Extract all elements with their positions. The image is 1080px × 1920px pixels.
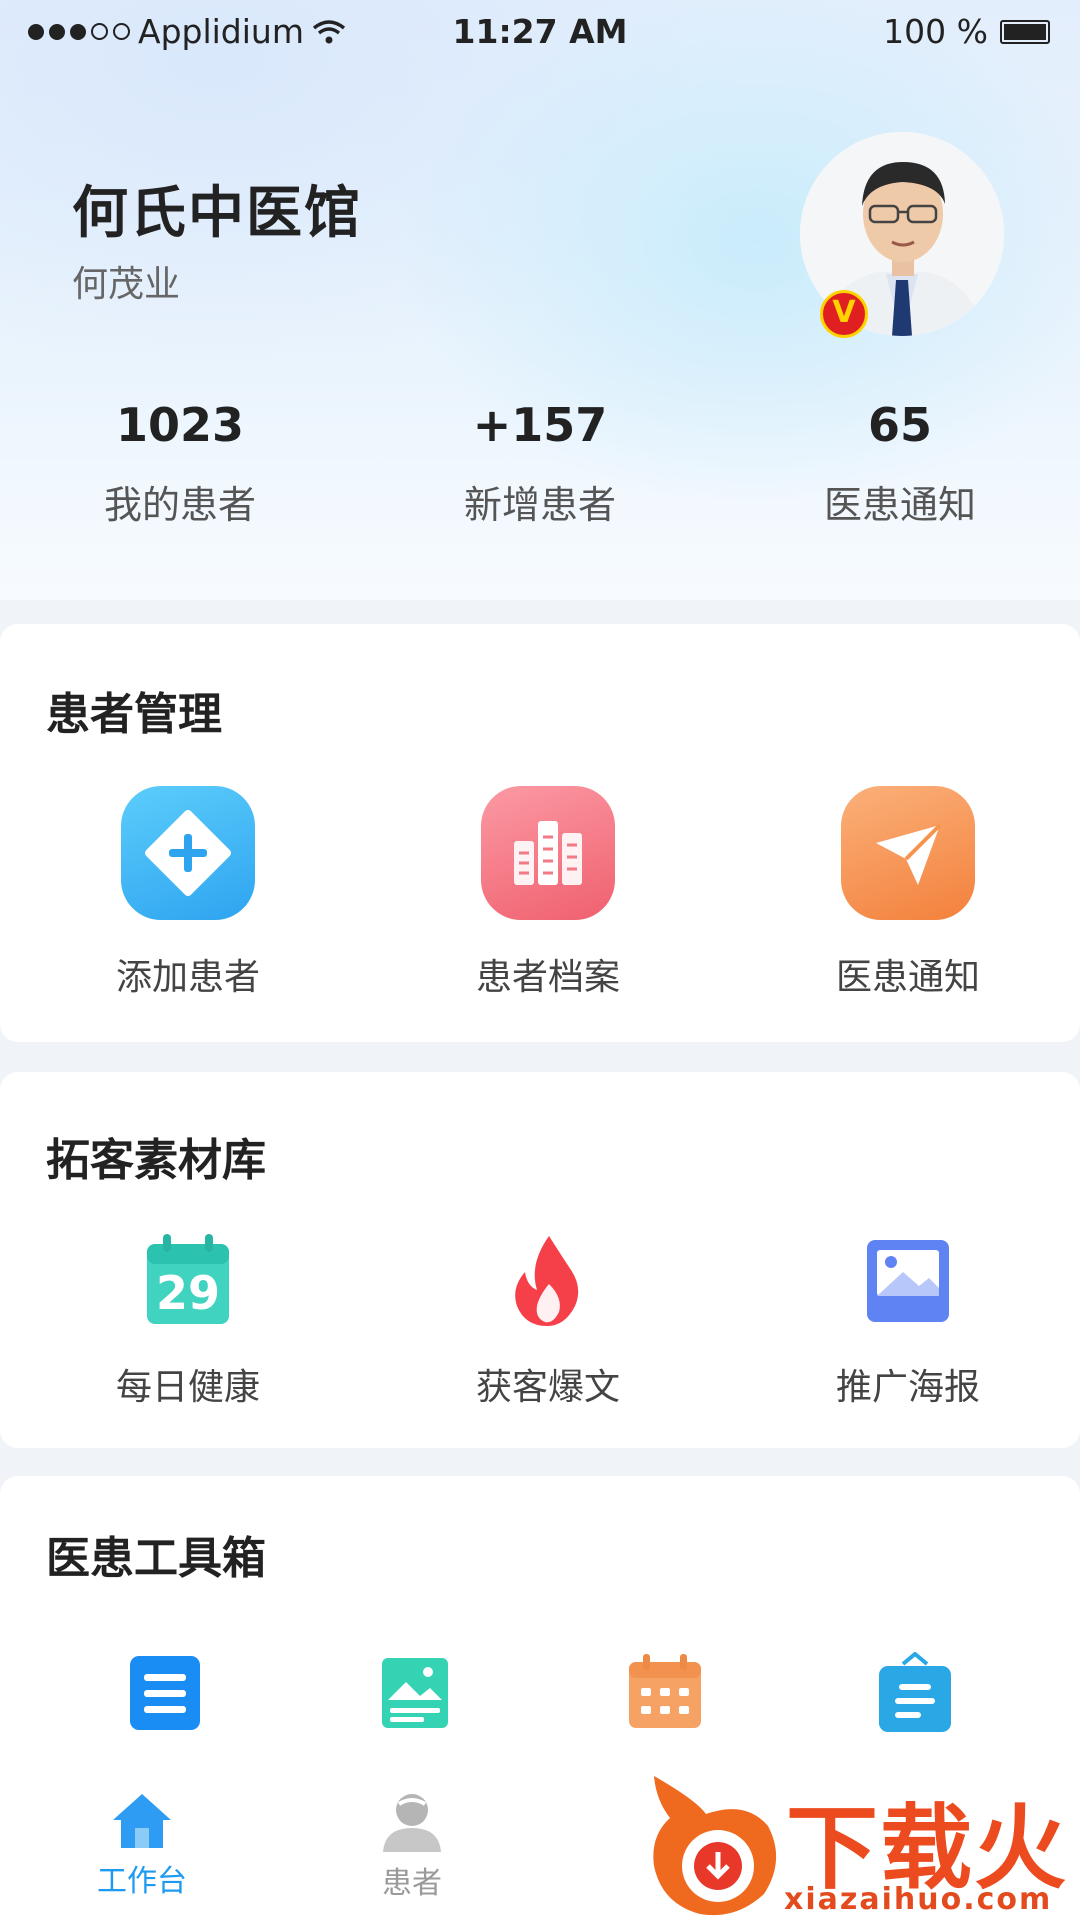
stat-value: 65 xyxy=(867,398,932,452)
flame-icon xyxy=(515,1236,579,1326)
watermark-url: xiazaihuo.com xyxy=(784,1882,1053,1917)
battery-percent: 100 % xyxy=(883,12,988,51)
viral-articles-button[interactable]: 获客爆文 xyxy=(368,1232,728,1410)
tab-label: 患者 xyxy=(382,1866,442,1901)
promo-poster-button[interactable]: 推广海报 xyxy=(728,1232,1080,1410)
toolbox-card: 医患工具箱 xyxy=(0,1476,1080,1806)
patient-records-button[interactable]: 患者档案 xyxy=(368,786,728,1000)
patient-records-icon xyxy=(481,786,615,920)
toolbox-item-1[interactable] xyxy=(40,1652,290,1736)
profile-header: Applidium 11:27 AM 100 % 何氏中医馆 何茂业 V 102… xyxy=(0,0,1080,600)
tab-label: 工作台 xyxy=(97,1864,187,1899)
patient-icon xyxy=(383,1794,441,1852)
calendar-day: 29 xyxy=(155,1266,220,1320)
tab-workbench[interactable]: 工作台 xyxy=(52,1790,232,1900)
toolbox-item-4[interactable] xyxy=(790,1652,1040,1736)
calendar-grid-icon xyxy=(629,1654,701,1728)
toolbox-item-3[interactable] xyxy=(540,1652,790,1736)
item-label: 推广海报 xyxy=(835,1367,980,1408)
item-label: 每日健康 xyxy=(115,1367,260,1408)
doctor-name: 何茂业 xyxy=(72,264,181,305)
tab-patients[interactable]: 患者 xyxy=(322,1790,502,1902)
flame-logo-icon xyxy=(653,1776,777,1916)
item-label: 获客爆文 xyxy=(475,1367,620,1408)
stat-label: 我的患者 xyxy=(103,483,256,527)
section-title: 拓客素材库 xyxy=(46,1135,266,1186)
stat-value: 1023 xyxy=(115,398,245,452)
stat-value: +157 xyxy=(472,398,608,452)
send-notice-icon xyxy=(841,786,975,920)
watermark-logo: 下载火 xiazaihuo.com xyxy=(636,1770,1080,1920)
section-title: 医患工具箱 xyxy=(46,1533,266,1584)
stat-label: 新增患者 xyxy=(463,483,616,527)
item-label: 添加患者 xyxy=(115,957,260,998)
toolbox-item-2[interactable] xyxy=(290,1652,540,1736)
poster-image-icon xyxy=(867,1240,949,1322)
item-label: 医患通知 xyxy=(835,957,980,998)
clinic-name: 何氏中医馆 xyxy=(72,181,362,246)
patient-management-card: 患者管理 添加患者 患者档案 医患通知 xyxy=(0,624,1080,1042)
clipboard-icon xyxy=(879,1652,951,1732)
add-patient-icon xyxy=(121,786,255,920)
calendar-29-icon: 29 xyxy=(143,1232,233,1328)
material-library-card: 拓客素材库 29 每日健康 获客爆文 推广海报 xyxy=(0,1072,1080,1448)
section-title: 患者管理 xyxy=(46,689,222,740)
stat-label: 医患通知 xyxy=(823,483,976,527)
home-icon xyxy=(113,1794,171,1848)
daily-health-button[interactable]: 29 每日健康 xyxy=(8,1232,368,1410)
stat-notifications[interactable]: 65 医患通知 xyxy=(720,398,1080,529)
verified-badge: V xyxy=(820,290,868,338)
send-notice-button[interactable]: 医患通知 xyxy=(728,786,1080,1000)
status-bar: Applidium 11:27 AM 100 % xyxy=(0,0,1080,66)
stat-new-patients[interactable]: +157 新增患者 xyxy=(360,398,720,529)
add-patient-button[interactable]: 添加患者 xyxy=(8,786,368,1000)
stats-row: 1023 我的患者 +157 新增患者 65 医患通知 xyxy=(0,398,1080,529)
battery-icon xyxy=(1000,19,1050,44)
picture-card-icon xyxy=(382,1658,448,1728)
item-label: 患者档案 xyxy=(475,957,620,998)
document-list-icon xyxy=(130,1656,200,1730)
stat-my-patients[interactable]: 1023 我的患者 xyxy=(0,398,360,529)
